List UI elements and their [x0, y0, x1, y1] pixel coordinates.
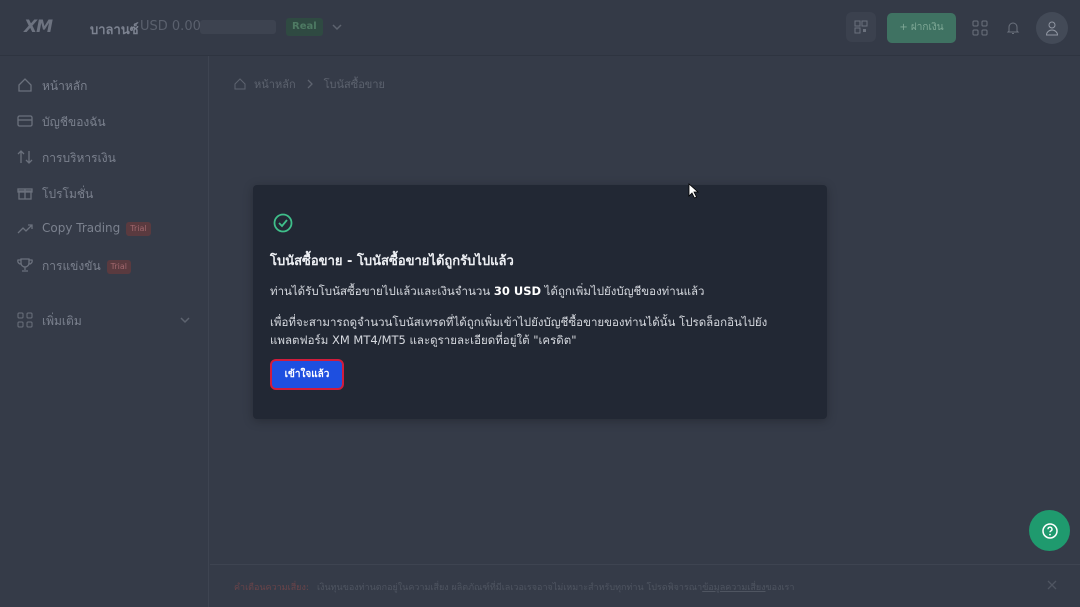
bonus-claimed-dialog: โบนัสซื้อขาย - โบนัสซื้อขายได้ถูกรับไปแล…	[253, 185, 827, 419]
balance-value: USD 0.00	[140, 19, 201, 34]
sidebar-item-my-accounts[interactable]: บัญชีของฉัน	[0, 106, 209, 136]
understood-button[interactable]: เข้าใจแล้ว	[270, 359, 344, 390]
breadcrumb: หน้าหลัก โบนัสซื้อขาย	[234, 75, 385, 93]
deposit-button[interactable]: + ฝากเงิน	[887, 13, 956, 43]
apps-grid-icon[interactable]	[969, 17, 991, 39]
sidebar-item-label: เพิ่มเติม	[42, 314, 82, 328]
account-type-badge: Real	[286, 18, 323, 36]
dialog-message-end: ได้ถูกเพิ่มไปยังบัญชีของท่านแล้ว	[541, 284, 705, 298]
dialog-message: ท่านได้รับโบนัสซื้อขายไปแล้วและเงินจำนวน…	[270, 283, 705, 301]
gift-icon	[17, 188, 33, 200]
sidebar-item-copy-trading[interactable]: Copy Trading Trial	[0, 214, 209, 244]
dialog-title: โบนัสซื้อขาย - โบนัสซื้อขายได้ถูกรับไปแล…	[270, 254, 514, 269]
dialog-instructions: เพื่อที่จะสามารถดูจำนวนโบนัสเทรดที่ได้ถู…	[270, 315, 768, 347]
chevron-down-icon[interactable]	[330, 20, 344, 34]
help-icon	[1041, 522, 1058, 539]
sidebar-item-label: Copy Trading	[42, 221, 121, 235]
sidebar-item-label: หน้าหลัก	[42, 79, 88, 93]
breadcrumb-home[interactable]: หน้าหลัก	[254, 75, 296, 93]
bell-icon[interactable]	[1002, 17, 1024, 39]
sidebar-item-promotions[interactable]: โปรโมชั่น	[0, 178, 209, 208]
dialog-message-start: ท่านได้รับโบนัสซื้อขายไปแล้วและเงินจำนวน	[270, 284, 494, 298]
chevron-down-icon	[180, 317, 190, 324]
risk-warning-label: คำเตือนความเสี่ยง:	[234, 583, 309, 593]
home-icon[interactable]	[234, 78, 246, 90]
sidebar-item-home[interactable]: หน้าหลัก	[0, 70, 209, 100]
transfer-icon	[17, 150, 33, 164]
top-bar: XM บาลานซ์ USD 0.00 Real + ฝากเงิน	[0, 0, 1080, 56]
sidebar-item-label: การแข่งขัน	[42, 259, 101, 273]
qr-icon	[854, 20, 868, 34]
breadcrumb-current: โบนัสซื้อขาย	[323, 78, 385, 91]
sidebar-item-more[interactable]: เพิ่มเติม	[0, 305, 209, 335]
balance-label: บาลานซ์	[90, 23, 139, 38]
mouse-cursor-icon	[688, 183, 700, 199]
sidebar-item-label: บัญชีของฉัน	[42, 115, 106, 129]
sidebar-item-label: โปรโมชั่น	[42, 187, 94, 201]
trophy-icon	[17, 258, 33, 272]
help-chat-button[interactable]	[1029, 510, 1070, 551]
risk-warning-text: เงินทุนของท่านตกอยู่ในความเสี่ยง ผลิตภัณ…	[317, 583, 703, 593]
account-number-blurred	[200, 20, 276, 34]
trial-badge: Trial	[126, 221, 151, 236]
risk-warning-suffix: ของเรา	[765, 583, 795, 593]
risk-info-link[interactable]: ข้อมูลความเสี่ยง	[702, 583, 765, 593]
user-icon	[1045, 21, 1059, 36]
grid-icon	[17, 312, 33, 328]
wallet-icon	[17, 115, 33, 127]
xm-logo[interactable]: XM	[24, 17, 53, 37]
close-icon[interactable]	[1046, 579, 1058, 591]
sidebar-item-funds[interactable]: การบริหารเงิน	[0, 142, 209, 172]
sidebar-item-label: การบริหารเงิน	[42, 151, 116, 165]
risk-warning-bar: คำเตือนความเสี่ยง: เงินทุนของท่านตกอยู่ใ…	[210, 564, 1080, 607]
qr-scan-button[interactable]	[846, 12, 876, 42]
sidebar-item-competitions[interactable]: การแข่งขัน Trial	[0, 250, 209, 280]
home-icon	[18, 78, 32, 92]
trend-icon	[17, 224, 33, 234]
sidebar: หน้าหลัก บัญชีของฉัน การบริหารเงิน โปรโม…	[0, 56, 209, 607]
trial-badge: Trial	[106, 259, 132, 274]
user-avatar[interactable]	[1036, 12, 1068, 44]
bonus-amount: 30 USD	[493, 284, 542, 298]
chevron-right-icon	[307, 79, 313, 89]
check-circle-icon	[273, 213, 293, 233]
